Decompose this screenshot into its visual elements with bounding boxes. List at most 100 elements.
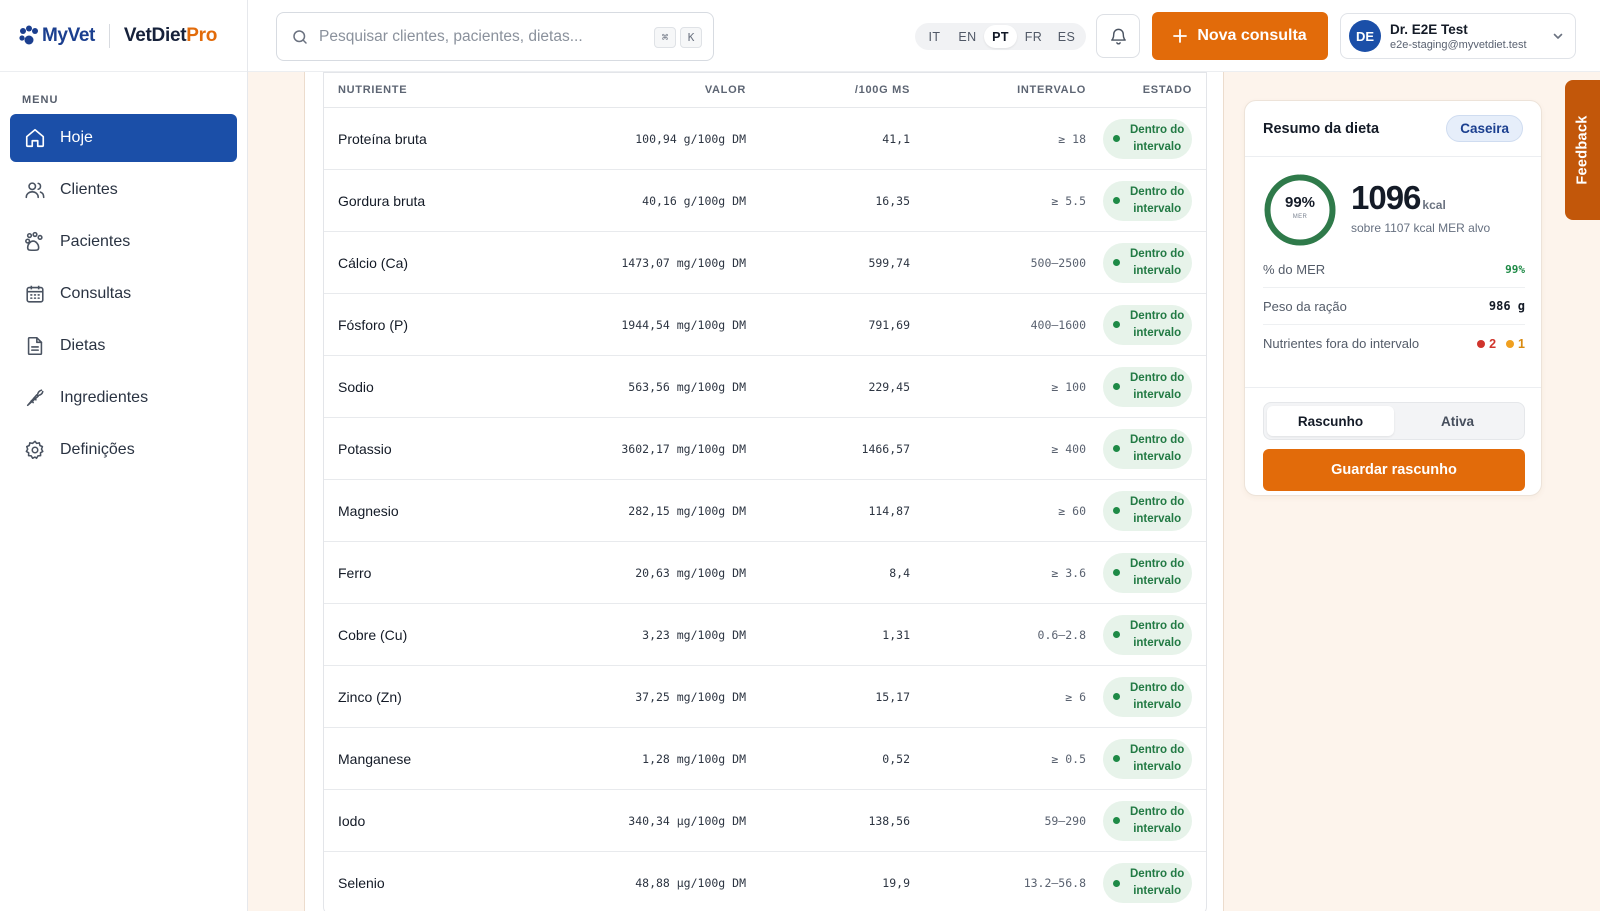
myvet-logo[interactable]: MyVet [18, 25, 95, 47]
status-dot-icon [1113, 321, 1120, 328]
pro-text: Pro [186, 24, 218, 46]
user-email: e2e-staging@myvetdiet.test [1390, 38, 1527, 51]
table-row[interactable]: Ferro 20,63 mg/100g DM 8,4 ≥ 3.6 Dentro do in… [324, 542, 1206, 604]
status-line-2: intervalo [1133, 140, 1182, 153]
status-text: Dentro do intervalo [1130, 494, 1184, 528]
vetdietpro-wordmark[interactable]: VetDietPro [124, 25, 217, 47]
status-dot-icon [1113, 631, 1120, 638]
stat-weight: Peso da ração 986 g [1263, 288, 1525, 325]
calendar-icon [26, 285, 44, 303]
sidebar-item-definicoes[interactable]: Definições [10, 426, 237, 474]
sidebar-item-label: Clientes [60, 181, 118, 198]
status-line-2: intervalo [1133, 885, 1182, 897]
sidebar-item-dietas[interactable]: Dietas [10, 322, 237, 370]
lang-pt[interactable]: PT [984, 25, 1017, 48]
notifications-button[interactable] [1096, 14, 1140, 58]
nutrient-state: Dentro do intervalo [1086, 800, 1206, 841]
nutrient-value: 282,15 mg/100g DM [628, 503, 746, 518]
save-draft-button[interactable]: Guardar rascunho [1263, 449, 1525, 491]
lang-en[interactable]: EN [951, 25, 984, 48]
stat-out-of-range: Nutrientes fora do intervalo 2 1 [1263, 325, 1525, 362]
nutrient-per100-ms: 138,56 [868, 813, 910, 828]
stat-value: 986 g [1488, 299, 1525, 313]
table-row[interactable]: Selenio 48,88 µg/100g DM 19,9 13.2–56.8 Dent… [324, 852, 1206, 911]
status-dot-icon [1113, 817, 1120, 824]
chevron-down-icon [1553, 33, 1563, 39]
status-line-2: intervalo [1133, 698, 1182, 711]
summary-header: Resumo da dieta Caseira [1245, 101, 1541, 157]
table-row[interactable]: Fósforo (P) 1944,54 mg/100g DM 791,69 400–1… [324, 294, 1206, 356]
table-row[interactable]: Manganese 1,28 mg/100g DM 0,52 ≥ 0.5 Dentro … [324, 728, 1206, 790]
main-content: NUTRIENTE VALOR /100G MS INTERVALO ESTAD… [248, 72, 1600, 911]
nutrient-per100-ms: 114,87 [868, 503, 910, 518]
table-row[interactable]: Cobre (Cu) 3,23 mg/100g DM 1,31 0.6–2.8 Dent… [324, 604, 1206, 666]
feedback-label: Feedback [1574, 115, 1591, 185]
sidebar-item-pacientes[interactable]: Pacientes [10, 218, 237, 266]
nutrient-per100-ms: 15,17 [875, 689, 910, 704]
status-badge: Dentro do intervalo [1103, 614, 1192, 655]
topbar: ⌘ K IT EN PT FR ES Nova consulta DE Dr. … [248, 0, 1600, 72]
status-dot-icon [1113, 569, 1120, 576]
nutrient-interval: 400–1600 [1030, 317, 1086, 332]
segment-ativa[interactable]: Ativa [1394, 406, 1521, 436]
status-text: Dentro do intervalo [1130, 246, 1184, 280]
table-row[interactable]: Sodio 563,56 mg/100g DM 229,45 ≥ 100 Dentro … [324, 356, 1206, 418]
k-key-hint: K [680, 27, 702, 48]
nutrient-state: Dentro do intervalo [1086, 180, 1206, 221]
status-text: Dentro do intervalo [1130, 370, 1184, 404]
vetdiet-text: VetDiet [123, 24, 187, 46]
orange-dot-icon [1506, 339, 1515, 348]
table-row[interactable]: Zinco (Zn) 37,25 mg/100g DM 15,17 ≥ 6 Dentro… [324, 666, 1206, 728]
nutrient-per100-ms: 16,35 [875, 193, 910, 208]
nutrient-per100-ms: 41,1 [882, 131, 910, 146]
critical-count: 2 [1477, 337, 1496, 351]
search-input[interactable] [319, 27, 629, 46]
language-switcher: IT EN PT FR ES [915, 23, 1086, 50]
nutrient-state: Dentro do intervalo [1086, 738, 1206, 779]
nutrient-state: Dentro do intervalo [1086, 552, 1206, 593]
table-row[interactable]: Potassio 3602,17 mg/100g DM 1466,57 ≥ 400 De… [324, 418, 1206, 480]
status-line-2: intervalo [1133, 326, 1182, 339]
stat-mer: % do MER 99% [1263, 251, 1525, 288]
nutrient-interval: ≥ 0.5 [1051, 751, 1086, 766]
lang-it[interactable]: IT [918, 25, 951, 48]
status-line-2: intervalo [1133, 202, 1182, 215]
status-badge: Dentro do intervalo [1103, 428, 1192, 469]
new-consult-button[interactable]: Nova consulta [1152, 12, 1328, 60]
status-line-1: Dentro do [1130, 495, 1185, 508]
status-dot-icon [1113, 507, 1120, 514]
nutrient-state: Dentro do intervalo [1086, 428, 1206, 469]
status-badge: Dentro do intervalo [1103, 863, 1192, 903]
search-box[interactable]: ⌘ K [276, 12, 714, 61]
status-badge: Dentro do intervalo [1103, 676, 1192, 717]
nutrient-interval: ≥ 5.5 [1051, 193, 1086, 208]
cmd-key-hint: ⌘ [654, 27, 676, 48]
sidebar-item-hoje[interactable]: Hoje [10, 114, 237, 162]
sidebar-item-consultas[interactable]: Consultas [10, 270, 237, 318]
sidebar: MyVet VetDietPro MENU Hoje Clientes Paci… [0, 0, 248, 911]
nutrient-name: Gordura bruta [338, 192, 426, 209]
header-per100: /100G MS [854, 84, 910, 96]
lang-fr[interactable]: FR [1017, 25, 1050, 48]
table-row[interactable]: Gordura bruta 40,16 g/100g DM 16,35 ≥ 5.5 De… [324, 170, 1206, 232]
nutrient-value: 1,28 mg/100g DM [642, 751, 746, 766]
user-menu[interactable]: DE Dr. E2E Test e2e-staging@myvetdiet.te… [1340, 13, 1576, 59]
nutrient-name: Ferro [338, 564, 372, 581]
sidebar-item-ingredientes[interactable]: Ingredientes [10, 374, 237, 422]
table-row[interactable]: Cálcio (Ca) 1473,07 mg/100g DM 599,74 500–2… [324, 232, 1206, 294]
warning-count-value: 1 [1518, 336, 1525, 351]
nutrient-interval: ≥ 60 [1058, 503, 1086, 518]
ring-label: MER [1292, 214, 1308, 220]
brand: MyVet VetDietPro [0, 0, 247, 72]
segment-rascunho[interactable]: Rascunho [1267, 406, 1394, 436]
status-line-2: intervalo [1133, 574, 1182, 587]
table-row[interactable]: Iodo 340,34 µg/100g DM 138,56 59–290 Dentro … [324, 790, 1206, 852]
status-badge: Dentro do intervalo [1103, 738, 1192, 779]
table-row[interactable]: Proteína bruta 100,94 g/100g DM 41,1 ≥ 18 De… [324, 108, 1206, 170]
user-info: Dr. E2E Test e2e-staging@myvetdiet.test [1390, 22, 1527, 51]
table-row[interactable]: Magnesio 282,15 mg/100g DM 114,87 ≥ 60 Dentr… [324, 480, 1206, 542]
status-dot-icon [1113, 445, 1120, 452]
lang-es[interactable]: ES [1050, 25, 1083, 48]
sidebar-item-clientes[interactable]: Clientes [10, 166, 237, 214]
feedback-tab[interactable]: Feedback [1565, 80, 1600, 220]
